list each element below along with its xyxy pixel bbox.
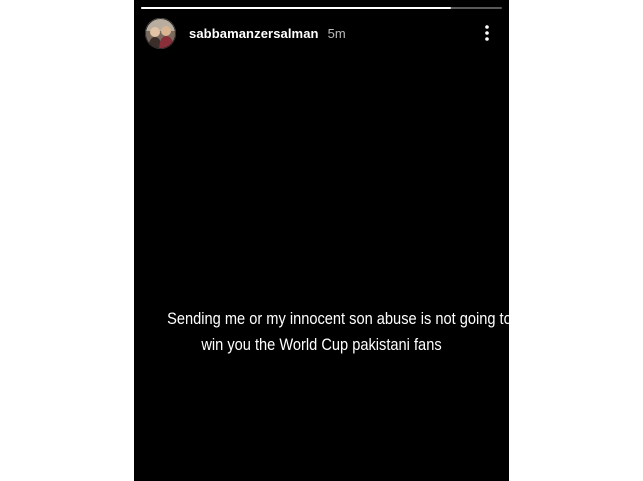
story-caption: Sending me or my innocent son abuse is n… <box>160 306 509 358</box>
story-progress-bar <box>141 7 502 9</box>
page: sabbamanzersalman 5m Sending me or my in… <box>0 0 643 481</box>
avatar-image <box>145 17 176 49</box>
avatar[interactable] <box>145 17 176 49</box>
more-options-button[interactable] <box>479 21 495 45</box>
story-header: sabbamanzersalman 5m <box>145 17 495 49</box>
story-progress-fill <box>141 7 452 9</box>
more-vertical-icon <box>485 25 489 41</box>
caption-line-2: win you the World Cup pakistani fans <box>201 335 442 354</box>
story-timestamp: 5m <box>327 25 346 41</box>
caption-line-1: Sending me or my innocent son abuse is n… <box>167 309 509 328</box>
username[interactable]: sabbamanzersalman <box>189 26 319 41</box>
story-viewer[interactable]: sabbamanzersalman 5m Sending me or my in… <box>134 0 509 481</box>
